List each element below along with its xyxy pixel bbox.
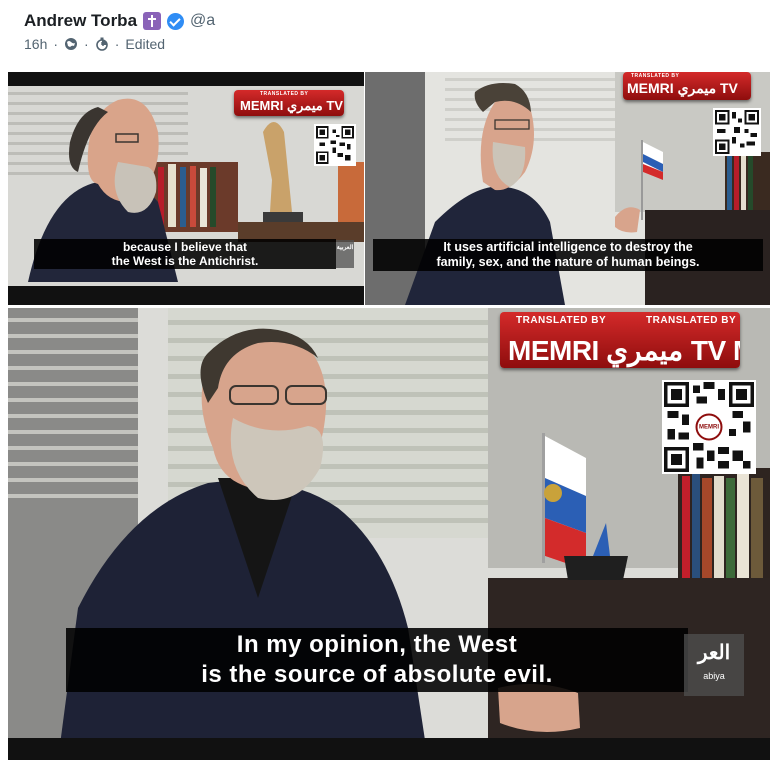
- video-subtitle: because I believe that the West is the A…: [34, 239, 336, 269]
- video-subtitle: In my opinion, the West is the source of…: [66, 628, 688, 692]
- memri-sign-top: TRANSLATED BY: [260, 91, 309, 97]
- author-row: Andrew Torba @a: [24, 10, 764, 32]
- al-arabiya-logo-text: العر: [697, 642, 731, 664]
- subtitle-line: because I believe that: [122, 240, 248, 254]
- separator: ·: [84, 36, 89, 52]
- post-time[interactable]: 16h: [24, 36, 47, 52]
- qr-code: [713, 108, 761, 156]
- qr-code: MEMRI: [662, 380, 756, 474]
- video-still-3[interactable]: TRANSLATED BY TRANSLATED BY MEMRI ميمري …: [8, 308, 770, 760]
- cross-badge-icon: [143, 12, 162, 30]
- video-subtitle: It uses artificial intelligence to destr…: [373, 239, 763, 271]
- scene-background: [8, 308, 770, 760]
- memri-sign-top: TRANSLATED BY: [516, 315, 607, 326]
- subtitle-line: the West is the Antichrist.: [111, 254, 259, 268]
- memri-sign-top: TRANSLATED BY: [631, 73, 680, 79]
- al-arabiya-logo: العربية: [336, 240, 354, 268]
- separator: ·: [53, 36, 59, 52]
- media-grid: TRANSLATED BY MEMRI ميمري TV because I b…: [8, 72, 770, 760]
- subtitle-line: family, sex, and the nature of human bei…: [436, 255, 700, 269]
- memri-sign-main: MEMRI ميمري TV MEMRI ميمري TV: [508, 335, 740, 366]
- author-handle[interactable]: @a: [190, 12, 215, 30]
- timer-icon: [95, 37, 108, 51]
- subtitle-line: It uses artificial intelligence to destr…: [443, 240, 693, 254]
- memri-sign-main: MEMRI ميمري TV: [627, 80, 738, 96]
- video-still-1[interactable]: TRANSLATED BY MEMRI ميمري TV because I b…: [8, 72, 364, 305]
- subtitle-line: In my opinion, the West: [236, 631, 518, 658]
- qr-code: [314, 124, 356, 166]
- memri-sign-main: MEMRI ميمري TV: [240, 98, 343, 113]
- author-name[interactable]: Andrew Torba: [24, 11, 137, 31]
- subtitle-line: is the source of absolute evil.: [201, 661, 553, 688]
- al-arabiya-logo-sub: abiya: [703, 671, 725, 681]
- memri-tv-sign: TRANSLATED BY TRANSLATED BY MEMRI ميمري …: [500, 312, 740, 368]
- memri-sign-top: TRANSLATED BY: [646, 315, 737, 326]
- edited-label[interactable]: Edited: [125, 36, 165, 52]
- memri-tv-sign: TRANSLATED BY MEMRI ميمري TV: [234, 90, 344, 116]
- globe-icon: [65, 38, 78, 50]
- separator: ·: [114, 36, 120, 52]
- post-meta: 16h · · · Edited: [24, 36, 764, 52]
- verified-icon: [167, 12, 185, 30]
- memri-tv-sign: TRANSLATED BY MEMRI ميمري TV: [623, 72, 751, 100]
- video-still-2[interactable]: TRANSLATED BY MEMRI ميمري TV It uses art…: [365, 72, 770, 305]
- qr-center-logo: MEMRI: [695, 413, 723, 441]
- al-arabiya-logo: العر abiya: [684, 634, 744, 696]
- post-header: Andrew Torba @a 16h · · · Edited: [24, 10, 764, 58]
